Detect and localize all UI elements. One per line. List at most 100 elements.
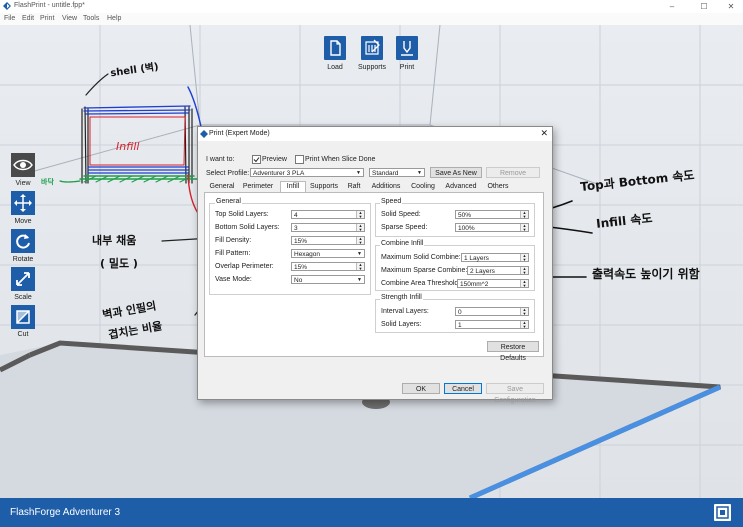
max-solid-combine-label: Maximum Solid Combine: [381,254,461,261]
preview-checkbox[interactable] [252,155,261,164]
solid-layers-label: Solid Layers: [381,321,422,328]
flashprint-logo-icon [200,130,208,138]
sparse-speed-value: 100% [458,225,475,232]
chevron-down-icon: ▼ [357,251,362,257]
spinner-arrows-icon[interactable]: ▲ ▼ [520,254,528,261]
dialog-title-bar: Print (Expert Mode) ✕ [198,127,552,141]
window-title: FlashPrint - untitle.fpp* [14,2,85,9]
select-profile-label: Select Profile: [206,170,250,177]
chevron-down-icon: ▼ [417,170,422,176]
ok-button[interactable]: OK [402,383,440,394]
solid-layers-value: 1 [458,322,462,329]
vase-mode-value: No [294,277,303,284]
print-when-done-label: Print When Slice Done [305,156,376,163]
max-sparse-combine-input[interactable]: 2 Layers ▲ ▼ [467,266,529,275]
spinner-arrows-icon[interactable]: ▲ ▼ [520,224,528,231]
vase-mode-select[interactable]: No ▼ [291,275,365,284]
dialog-close-icon[interactable]: ✕ [540,128,548,139]
spinner-arrows-icon[interactable]: ▲ ▼ [356,211,364,218]
profile-select[interactable]: Adventurer 3 PLA ▼ [250,168,364,177]
minimize-button[interactable]: – [660,0,684,13]
menu-tools[interactable]: Tools [83,15,99,22]
maximize-button[interactable]: ☐ [692,0,716,13]
interval-layers-label: Interval Layers: [381,308,429,315]
cancel-button[interactable]: Cancel [444,383,482,394]
title-bar: FlashPrint - untitle.fpp* – ☐ ✕ [0,0,743,13]
tab-perimeter[interactable]: Perimeter [240,182,276,192]
tab-supports[interactable]: Supports [308,182,340,192]
spinner-arrows-icon[interactable]: ▲ ▼ [520,321,528,328]
top-solid-layers-value: 4 [294,212,298,219]
tab-additions[interactable]: Additions [368,182,404,192]
interval-layers-value: 0 [458,309,462,316]
overlap-perimeter-label: Overlap Perimeter: [215,263,274,270]
menu-bar: File Edit Print View Tools Help [0,13,743,25]
spinner-arrows-icon[interactable]: ▲ ▼ [520,211,528,218]
save-as-new-button[interactable]: Save As New [430,167,482,178]
spinner-arrows-icon[interactable]: ▲ ▼ [520,280,528,287]
preview-label: Preview [262,156,287,163]
interval-layers-input[interactable]: 0 ▲ ▼ [455,307,529,316]
spinner-arrows-icon[interactable]: ▲ ▼ [520,267,528,274]
menu-file[interactable]: File [4,15,15,22]
solid-speed-input[interactable]: 50% ▲ ▼ [455,210,529,219]
max-sparse-combine-value: 2 Layers [470,268,495,275]
bottom-solid-layers-value: 3 [294,225,298,232]
annotation-density: ( 밀도 ) [100,257,138,270]
i-want-to-label: I want to: [206,156,235,163]
top-solid-layers-label: Top Solid Layers: [215,211,269,218]
solid-speed-value: 50% [458,212,472,219]
tab-others[interactable]: Others [484,182,512,192]
speed-group-title: Speed [380,198,403,205]
spinner-arrows-icon[interactable]: ▲ ▼ [356,224,364,231]
machine-status-icon[interactable] [714,504,731,521]
save-configuration-button[interactable]: Save Configuration [486,383,544,404]
quality-select[interactable]: Standard ▼ [369,168,425,177]
overlap-perimeter-input[interactable]: 15% ▲ ▼ [291,262,365,271]
menu-print[interactable]: Print [40,15,54,22]
spinner-arrows-icon[interactable]: ▲ ▼ [356,263,364,270]
max-solid-combine-value: 1 Layers [464,255,489,262]
infill-tab-panel: General Top Solid Layers: 4 ▲ ▼ Bottom Sol… [204,192,544,362]
bottom-solid-layers-label: Bottom Solid Layers: [215,224,280,231]
close-button[interactable]: ✕ [719,0,743,13]
annotation-infill: Infill [116,140,140,153]
remove-button[interactable]: Remove [486,167,540,178]
top-solid-layers-input[interactable]: 4 ▲ ▼ [291,210,365,219]
status-bar: FlashForge Adventurer 3 [0,498,743,527]
fill-pattern-label: Fill Pattern: [215,250,251,257]
sparse-speed-input[interactable]: 100% ▲ ▼ [455,223,529,232]
restore-defaults-button[interactable]: Restore Defaults [487,341,539,362]
combine-area-threshold-input[interactable]: 150mm^2 ▲ ▼ [457,279,529,288]
tab-general[interactable]: General [208,182,236,192]
overlap-perimeter-value: 15% [294,264,308,271]
menu-edit[interactable]: Edit [22,15,34,22]
chevron-down-icon: ▼ [357,277,362,283]
spinner-arrows-icon[interactable]: ▲ ▼ [520,308,528,315]
max-solid-combine-input[interactable]: 1 Layers ▲ ▼ [461,253,529,262]
combine-infill-group-title: Combine Infill [380,240,425,247]
quality-value: Standard [372,170,399,177]
bottom-solid-layers-input[interactable]: 3 ▲ ▼ [291,223,365,232]
combine-area-threshold-label: Combine Area Threshold: [381,280,461,287]
sparse-speed-label: Sparse Speed: [381,224,428,231]
print-expert-dialog: Print (Expert Mode) ✕ I want to: Preview… [197,126,553,404]
profile-value: Adventurer 3 PLA [253,170,305,177]
menu-help[interactable]: Help [107,15,121,22]
fill-pattern-select[interactable]: Hexagon ▼ [291,249,365,258]
fill-density-input[interactable]: 15% ▲ ▼ [291,236,365,245]
tab-advanced[interactable]: Advanced [442,182,480,192]
chevron-down-icon: ▼ [356,170,361,176]
menu-view[interactable]: View [62,15,77,22]
solid-layers-input[interactable]: 1 ▲ ▼ [455,320,529,329]
vase-mode-label: Vase Mode: [215,276,252,283]
print-when-done-checkbox[interactable] [295,155,304,164]
tab-cooling[interactable]: Cooling [408,182,438,192]
dialog-title: Print (Expert Mode) [209,130,270,137]
solid-speed-label: Solid Speed: [381,211,421,218]
check-icon [253,157,260,163]
tab-raft[interactable]: Raft [344,182,364,192]
spinner-arrows-icon[interactable]: ▲ ▼ [356,237,364,244]
fill-density-value: 15% [294,238,308,245]
combine-area-threshold-value: 150mm^2 [460,281,489,288]
